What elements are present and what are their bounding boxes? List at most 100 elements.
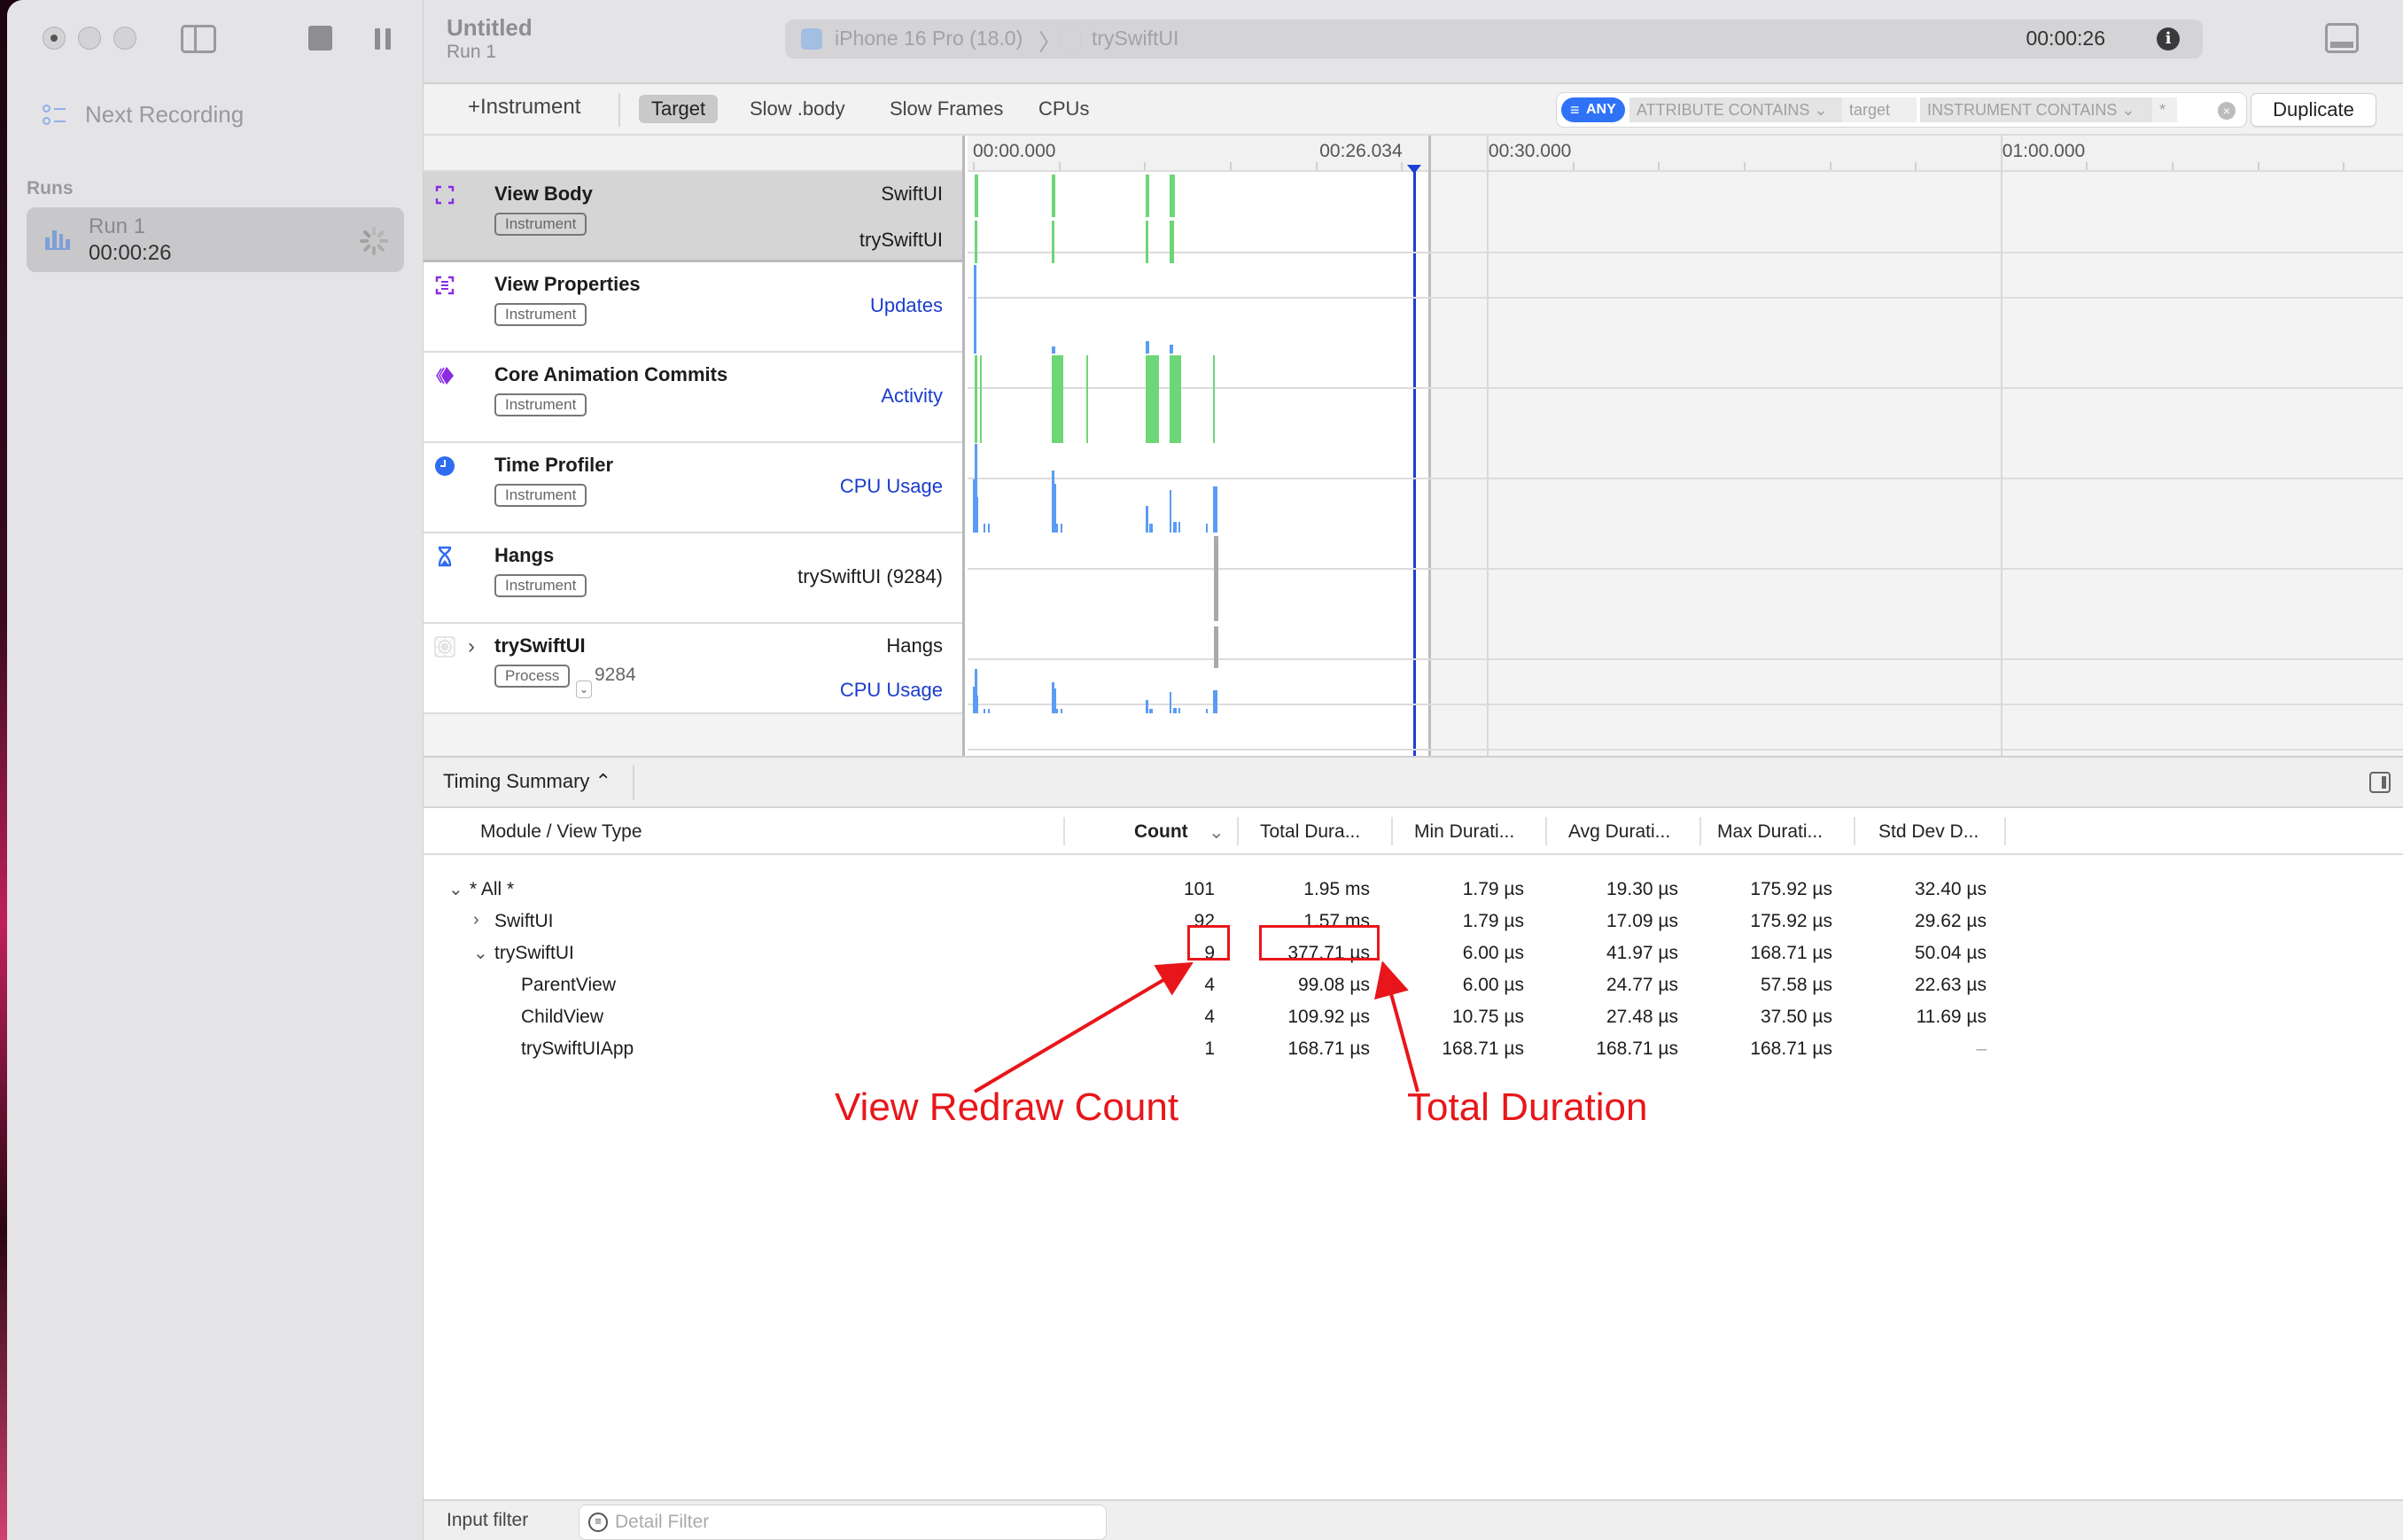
process-cpu-sample[interactable] xyxy=(1170,692,1172,713)
track-view-body[interactable]: View Body Instrument SwiftUI trySwiftUI xyxy=(424,172,962,262)
view-body-swiftui-event[interactable] xyxy=(1051,175,1055,217)
time-profiler-cpu-sample[interactable] xyxy=(1205,524,1208,533)
process-cpu-sample[interactable] xyxy=(1173,708,1178,713)
process-cpu-sample[interactable] xyxy=(976,696,978,713)
sidebar-toggle-icon[interactable] xyxy=(181,25,216,53)
target-device-bar[interactable]: iPhone 16 Pro (18.0) 〉 trySwiftUI 00:00:… xyxy=(785,19,2203,58)
table-row[interactable]: trySwiftUIApp 1 168.71 µs 168.71 µs 168.71 µ… xyxy=(424,1034,2403,1066)
view-body-swiftui-event[interactable] xyxy=(974,175,978,217)
time-profiler-cpu-sample[interactable] xyxy=(1146,506,1149,533)
process-cpu-sample[interactable] xyxy=(1205,709,1208,713)
filter-instrument-value[interactable]: * xyxy=(2152,97,2177,122)
detail-filter-field[interactable]: ≡ xyxy=(579,1505,1107,1540)
playhead-line[interactable] xyxy=(1413,165,1416,756)
window-button[interactable] xyxy=(78,27,101,50)
disclosure-collapsed-icon[interactable]: › xyxy=(473,910,479,930)
process-cpu-sample[interactable] xyxy=(1146,700,1149,713)
core-animation-commit[interactable] xyxy=(1051,355,1063,443)
time-profiler-cpu-sample[interactable] xyxy=(1170,490,1172,533)
process-cpu-sample[interactable] xyxy=(1149,709,1154,713)
window-button[interactable] xyxy=(113,27,136,50)
lane-label-hangs[interactable]: Hangs xyxy=(886,634,943,657)
view-body-tryswiftui-event[interactable] xyxy=(1146,221,1149,263)
table-row[interactable]: ⌄ trySwiftUI 9 377.71 µs 6.00 µs 41.97 µs 168.… xyxy=(424,938,2403,970)
tab-slow-frames[interactable]: Slow Frames xyxy=(877,95,1015,123)
time-profiler-cpu-sample[interactable] xyxy=(1178,522,1180,533)
lane-label-tryswiftui[interactable]: trySwiftUI xyxy=(859,229,943,252)
next-recording-item[interactable]: Next Recording xyxy=(43,101,244,128)
track-view-properties[interactable]: View Properties Instrument Updates xyxy=(424,262,962,353)
time-profiler-cpu-sample[interactable] xyxy=(976,497,978,533)
process-cpu-sample[interactable] xyxy=(1060,709,1062,713)
core-animation-commit[interactable] xyxy=(1171,355,1182,443)
core-animation-commit[interactable] xyxy=(1085,355,1088,443)
expand-chevron-icon[interactable]: › xyxy=(468,634,475,659)
record-button[interactable] xyxy=(43,27,66,50)
column-max-duration[interactable]: Max Durati... xyxy=(1717,821,1823,843)
target-app-name[interactable]: trySwiftUI xyxy=(1092,27,1178,51)
add-instrument-button[interactable]: +Instrument xyxy=(468,95,580,120)
detail-filter-input[interactable] xyxy=(615,1509,1093,1536)
view-properties-update[interactable] xyxy=(1051,346,1055,354)
column-module-view-type[interactable]: Module / View Type xyxy=(480,821,642,843)
track-core-animation-commits[interactable]: Core Animation Commits Instrument Activi… xyxy=(424,353,962,443)
time-profiler-cpu-sample[interactable] xyxy=(1149,524,1154,533)
duplicate-button[interactable]: Duplicate xyxy=(2251,93,2376,127)
tab-slow-body[interactable]: Slow .body xyxy=(737,95,858,123)
time-profiler-cpu-sample[interactable] xyxy=(1054,524,1058,533)
lane-label-activity[interactable]: Activity xyxy=(881,385,943,408)
run-list-item[interactable]: Run 1 00:00:26 xyxy=(27,207,404,272)
column-avg-duration[interactable]: Avg Durati... xyxy=(1568,821,1670,843)
timeline-graph[interactable]: 00:00.000 00:26.034 00:30.000 01:00.000 xyxy=(968,136,2403,756)
input-filter-label[interactable]: Input filter xyxy=(447,1510,528,1531)
view-body-swiftui-event[interactable] xyxy=(1146,175,1150,217)
filter-attribute-value[interactable]: target xyxy=(1842,97,1917,122)
disclosure-expanded-icon[interactable]: ⌄ xyxy=(448,878,463,900)
column-total-duration[interactable]: Total Dura... xyxy=(1260,821,1360,843)
core-animation-commit[interactable] xyxy=(1146,355,1160,443)
process-hang-interval[interactable] xyxy=(1213,626,1218,668)
time-profiler-cpu-sample[interactable] xyxy=(1212,486,1217,533)
view-properties-update[interactable] xyxy=(1146,341,1150,354)
detail-view-selector[interactable]: Timing Summary ⌃ xyxy=(443,770,611,793)
hang-interval[interactable] xyxy=(1213,536,1218,621)
time-profiler-cpu-sample[interactable] xyxy=(1173,522,1178,533)
column-count[interactable]: Count xyxy=(1134,821,1188,843)
toggle-inspector-icon[interactable] xyxy=(2369,772,2391,793)
filter-attribute-token[interactable]: ATTRIBUTE CONTAINS ⌄ xyxy=(1629,97,1842,122)
stop-recording-button[interactable] xyxy=(308,26,332,51)
time-ruler[interactable]: 00:00.000 00:26.034 00:30.000 01:00.000 xyxy=(968,136,2403,172)
track-process-tryswiftui[interactable]: › trySwiftUI Process ⌄ 9284 Hangs CPU Us… xyxy=(424,624,962,714)
core-animation-commit[interactable] xyxy=(1212,355,1215,443)
lane-label-cpu-usage[interactable]: CPU Usage xyxy=(840,679,943,702)
disclosure-expanded-icon[interactable]: ⌄ xyxy=(473,942,488,964)
view-body-tryswiftui-event[interactable] xyxy=(1051,221,1054,263)
view-body-swiftui-event[interactable] xyxy=(1171,175,1176,217)
view-body-tryswiftui-event[interactable] xyxy=(974,221,977,263)
track-hangs[interactable]: Hangs Instrument trySwiftUI (9284) xyxy=(424,533,962,624)
lane-label-swiftui[interactable]: SwiftUI xyxy=(881,183,943,206)
view-body-tryswiftui-event[interactable] xyxy=(1171,221,1175,263)
filter-mode-any[interactable]: ANY xyxy=(1561,97,1625,122)
sort-descending-icon[interactable]: ⌄ xyxy=(1209,821,1225,844)
process-cpu-sample[interactable] xyxy=(1054,709,1058,713)
track-time-profiler[interactable]: Time Profiler Instrument CPU Usage xyxy=(424,443,962,533)
filter-instrument-token[interactable]: INSTRUMENT CONTAINS ⌄ xyxy=(1920,97,2152,122)
process-cpu-sample[interactable] xyxy=(1178,708,1180,713)
info-icon[interactable]: i xyxy=(2157,27,2180,51)
time-profiler-cpu-sample[interactable] xyxy=(1060,524,1062,533)
column-std-dev-duration[interactable]: Std Dev D... xyxy=(1878,821,1979,843)
toggle-detail-area-icon[interactable] xyxy=(2325,23,2359,53)
process-cpu-sample[interactable] xyxy=(983,709,985,713)
track-filter[interactable]: ANY ATTRIBUTE CONTAINS ⌄ target INSTRUME… xyxy=(1556,92,2247,128)
clear-filter-icon[interactable]: × xyxy=(2218,102,2236,120)
lane-label-updates[interactable]: Updates xyxy=(870,294,943,317)
tab-cpus[interactable]: CPUs xyxy=(1026,95,1101,123)
lane-label-process[interactable]: trySwiftUI (9284) xyxy=(797,565,943,588)
table-row[interactable]: ChildView 4 109.92 µs 10.75 µs 27.48 µs 37.50… xyxy=(424,1002,2403,1034)
table-row[interactable]: ⌄ * All * 101 1.95 ms 1.79 µs 19.30 µs 175.92 … xyxy=(424,875,2403,906)
time-profiler-cpu-sample[interactable] xyxy=(983,524,985,533)
core-animation-commit[interactable] xyxy=(974,355,977,443)
device-name[interactable]: iPhone 16 Pro (18.0) xyxy=(835,27,1023,51)
column-min-duration[interactable]: Min Durati... xyxy=(1414,821,1514,843)
